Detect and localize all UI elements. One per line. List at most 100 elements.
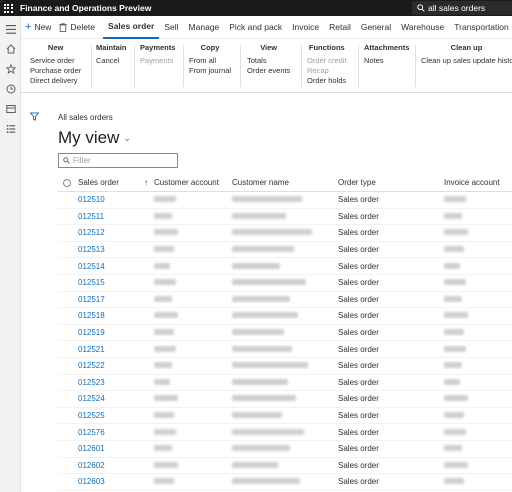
customer-account-cell: [154, 345, 232, 354]
filter-input[interactable]: [73, 156, 173, 165]
table-row[interactable]: 012512 Sales order: [58, 225, 512, 242]
sales-order-link[interactable]: 012523: [76, 378, 154, 387]
customer-name-cell: [232, 295, 338, 304]
direct-delivery-button[interactable]: Direct delivery: [30, 76, 81, 86]
tab-pick-and-pack[interactable]: Pick and pack: [224, 16, 287, 39]
customer-name-cell: [232, 195, 338, 204]
ribbon: New Service order Purchase order Direct …: [21, 39, 512, 93]
sales-order-link[interactable]: 012602: [76, 461, 154, 470]
global-search[interactable]: all sales orders: [412, 1, 512, 15]
order-events-button[interactable]: Order events: [247, 66, 290, 76]
table-row[interactable]: 012602 Sales order: [58, 458, 512, 475]
sales-order-link[interactable]: 012521: [76, 345, 154, 354]
payments-button[interactable]: Payments: [140, 56, 175, 66]
sales-order-link[interactable]: 012513: [76, 245, 154, 254]
sales-order-link[interactable]: 012519: [76, 328, 154, 337]
filter-icon[interactable]: [30, 112, 39, 121]
waffle-icon[interactable]: [0, 0, 16, 16]
sales-order-link[interactable]: 012514: [76, 262, 154, 271]
search-text: all sales orders: [428, 3, 486, 13]
table-row[interactable]: 012517 Sales order: [58, 292, 512, 309]
tab-sell[interactable]: Sell: [159, 16, 183, 39]
sales-order-link[interactable]: 012522: [76, 361, 154, 370]
delete-button[interactable]: Delete: [55, 16, 99, 39]
customer-name-cell: [232, 394, 338, 403]
table-row[interactable]: 012514 Sales order: [58, 258, 512, 275]
modules-icon[interactable]: [5, 123, 16, 134]
filter-field[interactable]: [58, 153, 178, 168]
tab-invoice[interactable]: Invoice: [287, 16, 324, 39]
column-header-customer-name[interactable]: Customer name: [232, 178, 338, 187]
ribbon-divider: [91, 45, 92, 87]
sales-order-link[interactable]: 012511: [76, 212, 154, 221]
sales-order-link[interactable]: 012515: [76, 278, 154, 287]
select-all-checkbox[interactable]: [58, 178, 76, 187]
table-row[interactable]: 012510 Sales order: [58, 192, 512, 209]
totals-button[interactable]: Totals: [247, 56, 290, 66]
sales-order-link[interactable]: 012517: [76, 295, 154, 304]
order-credit-button[interactable]: Order credit: [307, 56, 347, 66]
sales-order-link[interactable]: 012576: [76, 428, 154, 437]
copy-from-journal-button[interactable]: From journal: [189, 66, 231, 76]
customer-name-cell: [232, 245, 338, 254]
customer-account-cell: [154, 328, 232, 337]
plus-icon: +: [25, 20, 32, 33]
hamburger-icon[interactable]: [5, 24, 16, 35]
nav-rail: [0, 16, 21, 492]
tab-manage[interactable]: Manage: [184, 16, 225, 39]
customer-name-cell: [232, 361, 338, 370]
workspace-icon[interactable]: [5, 103, 16, 114]
tab-retail[interactable]: Retail: [324, 16, 356, 39]
table-row[interactable]: 012524 Sales order: [58, 391, 512, 408]
order-type-cell: Sales order: [338, 361, 379, 371]
star-icon[interactable]: [5, 63, 16, 74]
recent-icon[interactable]: [5, 83, 16, 94]
tab-sales-order[interactable]: Sales order: [103, 16, 160, 39]
column-header-sales-order[interactable]: Sales order ↑: [76, 178, 154, 187]
ribbon-group-maintain: Maintain Cancel: [96, 43, 126, 66]
sales-order-link[interactable]: 012601: [76, 444, 154, 453]
recap-button[interactable]: Recap: [307, 66, 347, 76]
table-row[interactable]: 012525 Sales order: [58, 408, 512, 425]
view-selector[interactable]: My view ⌄: [58, 128, 131, 148]
table-row[interactable]: 012522 Sales order: [58, 358, 512, 375]
order-holds-button[interactable]: Order holds: [307, 76, 347, 86]
sales-order-link[interactable]: 012603: [76, 477, 154, 486]
cancel-button[interactable]: Cancel: [96, 56, 126, 66]
sales-order-link[interactable]: 012524: [76, 394, 154, 403]
table-row[interactable]: 012515 Sales order: [58, 275, 512, 292]
tab-general[interactable]: General: [356, 16, 396, 39]
tab-warehouse[interactable]: Warehouse: [396, 16, 449, 39]
column-header-invoice-account[interactable]: Invoice account: [444, 178, 512, 187]
sales-order-link[interactable]: 012525: [76, 411, 154, 420]
order-type-cell: Sales order: [338, 278, 379, 288]
sales-order-link[interactable]: 012512: [76, 228, 154, 237]
table-row[interactable]: 012518 Sales order: [58, 308, 512, 325]
clean-up-history-button[interactable]: Clean up sales update histo: [421, 56, 512, 66]
service-order-button[interactable]: Service order: [30, 56, 81, 66]
table-row[interactable]: 012523 Sales order: [58, 375, 512, 392]
sales-order-link[interactable]: 012518: [76, 311, 154, 320]
invoice-account-cell: [444, 411, 512, 420]
order-type-cell: Sales order: [338, 228, 379, 238]
column-header-order-type[interactable]: Order type: [338, 178, 444, 187]
table-row[interactable]: 012601 Sales order: [58, 441, 512, 458]
table-row[interactable]: 012576 Sales order: [58, 424, 512, 441]
customer-account-cell: [154, 378, 232, 387]
search-icon: [63, 157, 70, 164]
notes-button[interactable]: Notes: [364, 56, 409, 66]
home-icon[interactable]: [5, 43, 16, 54]
tab-transportation[interactable]: Transportation: [449, 16, 512, 39]
table-row[interactable]: 012521 Sales order: [58, 341, 512, 358]
column-header-customer-account[interactable]: Customer account: [154, 178, 232, 187]
copy-from-all-button[interactable]: From all: [189, 56, 231, 66]
purchase-order-button[interactable]: Purchase order: [30, 66, 81, 76]
ribbon-divider: [358, 45, 359, 87]
sales-order-link[interactable]: 012510: [76, 195, 154, 204]
table-row[interactable]: 012519 Sales order: [58, 325, 512, 342]
table-row[interactable]: 012603 Sales order: [58, 474, 512, 491]
table-row[interactable]: 012513 Sales order: [58, 242, 512, 259]
table-row[interactable]: 012511 Sales order: [58, 209, 512, 226]
new-button[interactable]: + New: [21, 16, 55, 39]
group-title-new: New: [47, 43, 64, 52]
